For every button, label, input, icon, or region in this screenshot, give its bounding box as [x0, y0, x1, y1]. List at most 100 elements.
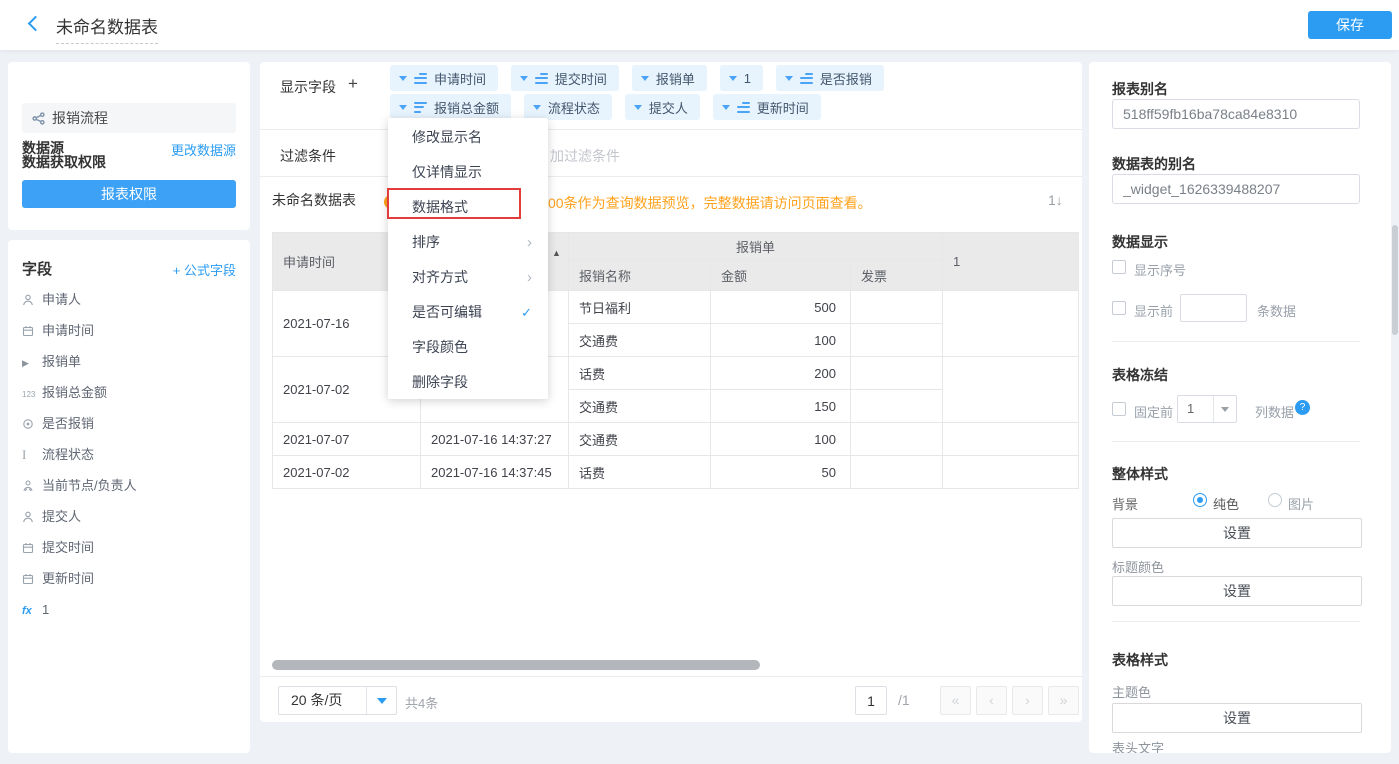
formula-icon: fx	[22, 596, 42, 627]
freeze-count-select[interactable]: 1	[1177, 395, 1237, 423]
field-item-apply-time[interactable]: 申请时间	[8, 315, 250, 346]
menu-item-editable[interactable]: 是否可编辑✓	[388, 295, 548, 330]
change-datasource-link[interactable]: 更改数据源	[171, 140, 236, 159]
freeze-checkbox[interactable]	[1112, 402, 1126, 416]
sort-ascending-icon[interactable]: ▲	[552, 248, 561, 258]
field-item-is-reimbursed[interactable]: 是否报销	[8, 408, 250, 439]
background-label: 背景	[1112, 494, 1138, 513]
number-icon: 123	[22, 379, 42, 410]
first-page-button[interactable]: «	[940, 686, 971, 715]
chevron-down-icon	[520, 76, 528, 81]
menu-item-sort[interactable]: 排序›	[388, 225, 548, 260]
add-field-icon[interactable]: +	[348, 74, 358, 94]
solid-color-radio[interactable]	[1193, 493, 1207, 507]
field-item-current-node[interactable]: 当前节点/负责人	[8, 470, 250, 501]
chip-formula-1[interactable]: 1	[720, 65, 763, 91]
chevron-down-icon	[634, 105, 642, 110]
datasource-item[interactable]: 报销流程	[22, 103, 236, 133]
chip-submitter[interactable]: 提交人	[625, 94, 700, 120]
chevron-down-icon	[722, 105, 730, 110]
last-page-button[interactable]: »	[1048, 686, 1079, 715]
chevron-down-icon	[641, 76, 649, 81]
table-alias-input[interactable]	[1112, 174, 1360, 204]
settings-panel: 报表别名 数据表的别名 数据显示 显示序号 显示前 条数据 表格冻结 固定前 1…	[1089, 62, 1391, 753]
report-alias-label: 报表别名	[1112, 79, 1168, 99]
col-header-name[interactable]: 报销名称	[569, 261, 711, 291]
title-color-set-button[interactable]: 设置	[1112, 576, 1362, 606]
title-color-label: 标题颜色	[1112, 557, 1164, 576]
chip-total-amount[interactable]: 报销总金额	[390, 94, 511, 120]
check-icon: ✓	[521, 295, 532, 330]
field-chips: 申请时间 提交时间 报销单 1 是否报销 报销总金额 流程状态 提交人 更新时间	[390, 65, 1070, 123]
field-item-update-time[interactable]: 更新时间	[8, 563, 250, 594]
field-item-flow-status[interactable]: I流程状态	[8, 439, 250, 470]
user-icon	[22, 503, 42, 534]
table-row[interactable]: 2021-07-07 2021-07-16 14:37:27 交通费 100	[273, 423, 1079, 456]
row-limit-input[interactable]	[1180, 294, 1247, 322]
back-icon[interactable]	[28, 16, 44, 32]
col-header-group[interactable]: 报销单	[569, 233, 943, 261]
datasource-card: 数据源 更改数据源 报销流程 数据获取权限 报表权限	[8, 62, 250, 230]
sort-icon[interactable]: 1↓	[1048, 192, 1063, 208]
fields-heading: 字段	[22, 258, 52, 279]
field-item-submitter[interactable]: 提交人	[8, 501, 250, 532]
rows-suffix-label: 条数据	[1257, 301, 1296, 320]
col-header-invoice[interactable]: 发票	[851, 261, 943, 291]
window-scrollbar[interactable]	[1392, 225, 1398, 335]
menu-item-alignment[interactable]: 对齐方式›	[388, 260, 548, 295]
data-display-heading: 数据显示	[1112, 232, 1168, 252]
menu-item-rename[interactable]: 修改显示名	[388, 120, 548, 155]
menu-item-delete-field[interactable]: 删除字段	[388, 365, 548, 400]
chevron-down-icon	[785, 76, 793, 81]
next-page-button[interactable]: ›	[1012, 686, 1043, 715]
report-permission-button[interactable]: 报表权限	[22, 180, 236, 208]
chip-submit-time[interactable]: 提交时间	[511, 65, 619, 91]
show-first-checkbox[interactable]	[1112, 301, 1126, 315]
align-lines-icon	[414, 73, 427, 84]
chip-expense-form[interactable]: 报销单	[632, 65, 707, 91]
background-set-button[interactable]: 设置	[1112, 518, 1362, 548]
chip-update-time[interactable]: 更新时间	[713, 94, 821, 120]
align-lines-icon	[800, 73, 813, 84]
prev-page-button[interactable]: ‹	[976, 686, 1007, 715]
theme-color-set-button[interactable]: 设置	[1112, 703, 1362, 733]
save-button[interactable]: 保存	[1308, 11, 1392, 39]
freeze-count-value: 1	[1187, 396, 1194, 422]
show-index-checkbox[interactable]	[1112, 260, 1126, 274]
divider	[1112, 341, 1360, 342]
chip-is-reimbursed[interactable]: 是否报销	[776, 65, 884, 91]
field-item-submit-time[interactable]: 提交时间	[8, 532, 250, 563]
field-item-total-amount[interactable]: 123报销总金额	[8, 377, 250, 408]
page-number-input[interactable]	[855, 686, 887, 715]
theme-color-label: 主题色	[1112, 682, 1151, 701]
table-config-panel: 显示字段 + 申请时间 提交时间 报销单 1 是否报销 报销总金额 流程状态 提…	[260, 62, 1082, 722]
formula-field-link[interactable]: + 公式字段	[173, 260, 236, 279]
page-size-select[interactable]: 20 条/页	[278, 686, 397, 715]
chip-flow-status[interactable]: 流程状态	[524, 94, 612, 120]
radio-circle-icon	[22, 410, 42, 441]
col-header-one[interactable]: 1	[943, 233, 1079, 291]
show-index-label: 显示序号	[1134, 260, 1186, 279]
horizontal-scrollbar[interactable]	[272, 660, 760, 670]
chevron-down-icon	[366, 687, 396, 714]
page-title: 未命名数据表	[56, 13, 158, 44]
datasource-name: 报销流程	[52, 110, 108, 126]
table-alias-label: 数据表的别名	[1112, 154, 1196, 174]
field-item-expense-form[interactable]: ▶报销单	[8, 346, 250, 377]
menu-item-field-color[interactable]: 字段颜色	[388, 330, 548, 365]
field-item-applicant[interactable]: 申请人	[8, 284, 250, 315]
freeze-prefix-label: 固定前	[1134, 402, 1173, 421]
col-header-amount[interactable]: 金额	[711, 261, 851, 291]
perm-heading: 数据获取权限	[22, 152, 106, 172]
report-alias-input[interactable]	[1112, 99, 1360, 129]
table-row[interactable]: 2021-07-02 2021-07-16 14:37:45 话费 50	[273, 456, 1079, 489]
header-text-label: 表头文字	[1112, 738, 1164, 753]
chip-apply-time[interactable]: 申请时间	[390, 65, 498, 91]
calendar-icon	[22, 565, 42, 596]
field-item-formula-1[interactable]: fx1	[8, 594, 250, 625]
menu-item-detail-only[interactable]: 仅详情显示	[388, 155, 548, 190]
add-filter-placeholder[interactable]: 加过滤条件	[550, 146, 620, 166]
help-icon[interactable]: ?	[1295, 400, 1310, 415]
image-radio[interactable]	[1268, 493, 1282, 507]
menu-item-data-format[interactable]: 数据格式	[388, 190, 548, 225]
